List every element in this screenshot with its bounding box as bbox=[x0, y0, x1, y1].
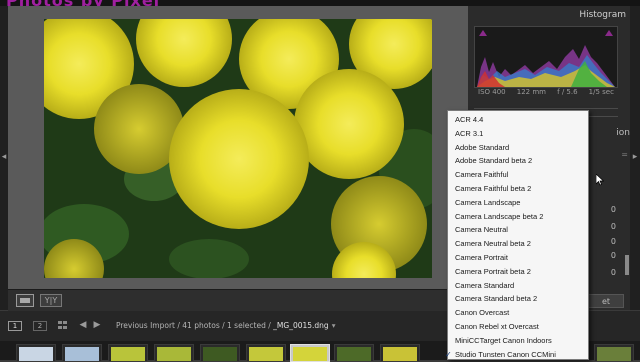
histogram bbox=[474, 26, 618, 88]
profile-menu-item[interactable]: Camera Standard beta 2 bbox=[448, 292, 595, 306]
focal-length-value: 122 mm bbox=[516, 88, 546, 96]
profile-menu-item[interactable]: Canon Rebel xt Overcast bbox=[448, 320, 595, 334]
slider-value[interactable]: 0 bbox=[596, 251, 616, 260]
profile-menu-item[interactable]: Camera Landscape beta 2 bbox=[448, 210, 595, 224]
right-panel-toggle-icon[interactable]: ▸ bbox=[630, 150, 640, 164]
profile-menu-item-label: MiniCCTarget Canon Indoors bbox=[455, 335, 552, 345]
profile-menu-item-label: Camera Portrait bbox=[455, 253, 508, 262]
histogram-title[interactable]: Histogram bbox=[472, 10, 626, 22]
camera-profile-menu: ACR 4.4 ACR 3.1 Adobe Standard Adobe Standa… bbox=[445, 110, 589, 360]
filmstrip-source-info[interactable]: Previous Import / 41 photos / 1 selected… bbox=[116, 320, 356, 332]
profile-menu-item[interactable]: Adobe Standard beta 2 bbox=[448, 154, 595, 168]
flower-photo-image bbox=[44, 19, 432, 278]
grid-view-icon[interactable] bbox=[58, 321, 70, 331]
primary-display-button[interactable]: 1 bbox=[8, 321, 22, 331]
profile-menu-item[interactable]: ACR 3.1 bbox=[448, 127, 595, 141]
filmstrip-thumbnail[interactable] bbox=[246, 344, 286, 362]
divider bbox=[474, 108, 618, 109]
profile-menu-item-label: Adobe Standard bbox=[455, 142, 510, 152]
secondary-display-button[interactable]: 2 bbox=[33, 321, 47, 331]
profile-menu-item[interactable]: Camera Standard bbox=[448, 279, 595, 293]
compare-view-button[interactable]: Y|Y bbox=[40, 294, 62, 307]
profile-menu-item-label: Canon Rebel xt Overcast bbox=[455, 322, 539, 331]
shutter-value: 1/5 sec bbox=[588, 88, 614, 96]
profile-menu-item-label: Camera Portrait beta 2 bbox=[455, 266, 531, 276]
profile-menu-item[interactable]: Canon Overcast bbox=[448, 306, 595, 320]
profile-menu-item-label: Adobe Standard beta 2 bbox=[455, 156, 533, 166]
profile-menu-item-label: Camera Neutral bbox=[455, 225, 508, 235]
loupe-toolbar bbox=[8, 289, 468, 311]
profile-menu-item-label: Camera Standard beta 2 bbox=[455, 294, 538, 304]
profile-menu-item-label: Camera Standard bbox=[455, 280, 515, 290]
profile-menu-item-label: Camera Neutral beta 2 bbox=[455, 239, 531, 249]
mouse-cursor-icon bbox=[596, 174, 604, 186]
profile-menu-item[interactable]: ACR 4.4 bbox=[448, 113, 595, 127]
filmstrip-thumbnail[interactable] bbox=[16, 344, 56, 362]
loupe-view-icon bbox=[20, 298, 30, 303]
profile-menu-item-label: ACR 4.4 bbox=[455, 115, 484, 124]
profile-menu-item[interactable]: ✓ Studio Tunsten Canon CCMini bbox=[445, 348, 595, 362]
slider-value[interactable]: 0 bbox=[596, 205, 616, 214]
histogram-exif: ISO 400 122 mm f / 5.6 1/5 sec bbox=[474, 88, 618, 98]
filmstrip-thumbnail[interactable] bbox=[62, 344, 102, 362]
filmstrip-thumbnail[interactable] bbox=[108, 344, 148, 362]
profile-menu-item[interactable]: Camera Neutral bbox=[448, 223, 595, 237]
chevron-down-icon[interactable]: ▾ bbox=[332, 321, 336, 330]
histogram-graph bbox=[477, 45, 615, 87]
profile-menu-item[interactable]: Camera Faithful bbox=[448, 168, 595, 182]
filmstrip-thumbnail-selected[interactable] bbox=[290, 344, 330, 362]
filmstrip-thumbnail[interactable] bbox=[200, 344, 240, 362]
profile-menu-item-label: Camera Faithful bbox=[455, 170, 509, 180]
profile-menu-item-label: Camera Faithful beta 2 bbox=[455, 184, 532, 193]
profile-menu-item[interactable]: Camera Portrait bbox=[448, 251, 595, 265]
iso-value: ISO 400 bbox=[478, 88, 506, 96]
profile-menu-item-label: Camera Landscape bbox=[455, 197, 521, 207]
slider-value[interactable]: 0 bbox=[596, 237, 616, 246]
filmstrip-source: Previous Import / 41 photos / 1 selected… bbox=[116, 321, 271, 330]
profile-menu-item[interactable]: Camera Neutral beta 2 bbox=[448, 237, 595, 251]
profile-menu-item-label: Canon Overcast bbox=[455, 308, 510, 318]
profile-menu-item[interactable]: Camera Faithful beta 2 bbox=[448, 182, 595, 196]
aperture-value: f / 5.6 bbox=[557, 88, 578, 96]
profile-menu-item[interactable]: MiniCCTarget Canon Indoors bbox=[448, 334, 595, 348]
filmstrip-thumbnail[interactable] bbox=[380, 344, 420, 362]
filmstrip-thumbnail[interactable] bbox=[334, 344, 374, 362]
loupe-view-button[interactable] bbox=[16, 294, 34, 307]
filmstrip-filename: _MG_0015.dng bbox=[273, 321, 329, 330]
checkmark-icon: ✓ bbox=[445, 349, 452, 359]
filmstrip-thumbnail[interactable] bbox=[154, 344, 194, 362]
slider-value[interactable]: 0 bbox=[596, 222, 616, 231]
profile-menu-item-label: ACR 3.1 bbox=[455, 128, 484, 138]
left-panel-toggle-icon[interactable]: ◂ bbox=[0, 150, 8, 164]
panel-section-subtitle: = bbox=[621, 150, 628, 159]
profile-menu-item[interactable]: Camera Portrait beta 2 bbox=[448, 265, 595, 279]
forward-arrow-icon[interactable]: ▶ bbox=[92, 320, 102, 330]
profile-menu-item-label: Studio Tunsten Canon CCMini bbox=[455, 349, 556, 359]
profile-menu-item[interactable]: Adobe Standard bbox=[448, 141, 595, 155]
profile-menu-item-label: Camera Landscape beta 2 bbox=[455, 211, 544, 221]
slider-value[interactable]: 0 bbox=[596, 268, 616, 277]
main-photo[interactable] bbox=[44, 19, 432, 278]
back-arrow-icon[interactable]: ◀ bbox=[78, 320, 88, 330]
panel-scrollbar[interactable] bbox=[625, 255, 629, 275]
profile-menu-item[interactable]: Camera Landscape bbox=[448, 196, 595, 210]
filmstrip-thumbnail[interactable] bbox=[594, 344, 634, 362]
